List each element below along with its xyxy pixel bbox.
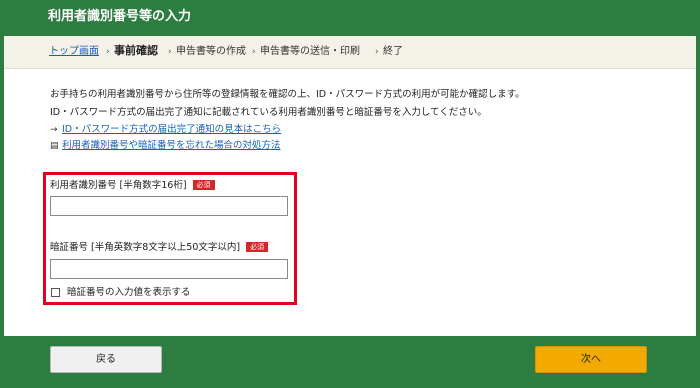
show-password-checkbox[interactable] [51,288,60,297]
user-id-label: 利用者識別番号 [半角数字16桁] 必須 [50,179,215,192]
breadcrumb-separator: › [252,47,256,57]
password-input[interactable] [50,259,288,279]
breadcrumb: トップ画面 › 事前確認 › 申告書等の作成 › 申告書等の送信・印刷 › 終了 [4,36,696,69]
breadcrumb-separator: › [375,47,379,57]
sample-notice-link[interactable]: ID・パスワード方式の届出完了通知の見本はこちら [62,124,281,135]
next-button[interactable]: 次へ [535,346,647,373]
forgot-credentials-link-row: ▤ 利用者識別番号や暗証番号を忘れた場合の対処方法 [50,139,281,153]
password-label-text: 暗証番号 [半角英数字8文字以上50文字以内] [50,242,241,253]
breadcrumb-current-step: 事前確認 [114,44,158,57]
intro-text-line1: お手持ちの利用者識別番号から住所等の登録情報を確認の上、ID・パスワード方式の利… [50,89,525,100]
back-button[interactable]: 戻る [50,346,162,373]
arrow-right-icon: → [50,125,58,135]
required-badge: 必須 [192,180,215,190]
app-frame: 利用者識別番号等の入力 トップ画面 › 事前確認 › 申告書等の作成 › 申告書… [0,0,700,388]
breadcrumb-separator: › [168,47,172,57]
password-label: 暗証番号 [半角英数字8文字以上50文字以内] 必須 [50,241,269,254]
document-icon: ▤ [50,141,59,151]
breadcrumb-step-create: 申告書等の作成 [176,46,246,57]
forgot-credentials-link[interactable]: 利用者識別番号や暗証番号を忘れた場合の対処方法 [62,140,281,151]
required-badge: 必須 [246,242,269,252]
intro-text-line2: ID・パスワード方式の届出完了通知に記載されている利用者識別番号と暗証番号を入力… [50,107,487,118]
sample-notice-link-row: → ID・パスワード方式の届出完了通知の見本はこちら [50,123,281,137]
main-panel: トップ画面 › 事前確認 › 申告書等の作成 › 申告書等の送信・印刷 › 終了… [4,36,696,336]
breadcrumb-separator: › [106,47,110,57]
breadcrumb-home-link[interactable]: トップ画面 [49,45,99,59]
show-password-label[interactable]: 暗証番号の入力値を表示する [67,286,191,299]
user-id-input[interactable] [50,196,288,216]
breadcrumb-step-end: 終了 [383,46,403,57]
breadcrumb-step-send-print: 申告書等の送信・印刷 [260,46,360,57]
user-id-label-text: 利用者識別番号 [半角数字16桁] [50,180,187,191]
page-title: 利用者識別番号等の入力 [48,9,192,24]
